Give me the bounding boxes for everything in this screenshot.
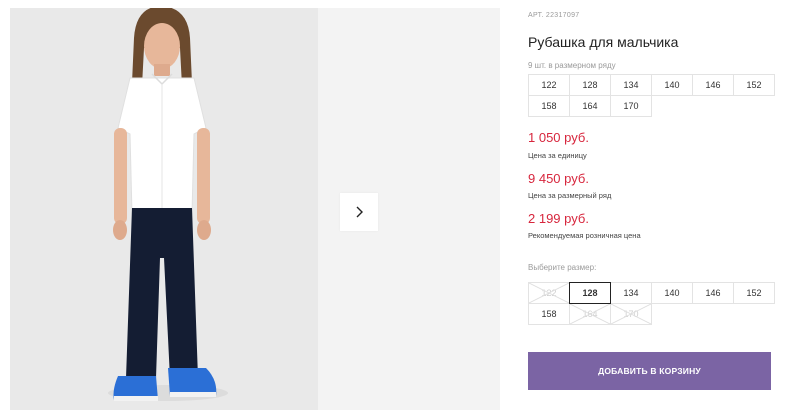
- size-option: 164: [569, 303, 611, 325]
- retail-price: 2 199 руб.: [528, 211, 589, 226]
- size-option[interactable]: 140: [651, 282, 693, 304]
- chevron-right-icon: [356, 206, 363, 218]
- pack-size-cell: 170: [610, 95, 652, 117]
- size-option: 122: [528, 282, 570, 304]
- size-option[interactable]: 128: [569, 282, 611, 304]
- pack-size-cell: 146: [692, 74, 734, 96]
- unavailable-cross-icon: [570, 304, 610, 324]
- pack-note: 9 шт. в размерном ряду: [528, 61, 616, 70]
- pack-size-cell: 164: [569, 95, 611, 117]
- unit-price: 1 050 руб.: [528, 130, 589, 145]
- size-option[interactable]: 152: [733, 282, 775, 304]
- pack-size-cell: 122: [528, 74, 570, 96]
- pack-size-cell: 128: [569, 74, 611, 96]
- retail-price-label: Рекомендуемая розничная цена: [528, 231, 641, 240]
- pack-size-cell: 158: [528, 95, 570, 117]
- product-sku: АРТ. 22317097: [528, 12, 580, 19]
- unit-price-label: Цена за единицу: [528, 151, 587, 160]
- unavailable-cross-icon: [611, 304, 651, 324]
- next-image-button[interactable]: [340, 193, 378, 231]
- product-title: Рубашка для мальчика: [528, 34, 679, 50]
- pack-size-grid: 122 128 134 140 146 152 158 164 170: [528, 74, 775, 117]
- product-gallery: [10, 8, 500, 410]
- size-option[interactable]: 134: [610, 282, 652, 304]
- add-to-cart-button[interactable]: ДОБАВИТЬ В КОРЗИНУ: [528, 352, 771, 390]
- product-photo[interactable]: [10, 8, 318, 410]
- pack-size-cell: 140: [651, 74, 693, 96]
- size-picker: 122 128 134 140 146 152 158 164 170: [528, 282, 775, 325]
- size-option: 170: [610, 303, 652, 325]
- size-option[interactable]: 158: [528, 303, 570, 325]
- size-option[interactable]: 146: [692, 282, 734, 304]
- pack-price-label: Цена за размерный ряд: [528, 191, 612, 200]
- boy-model-image: [10, 8, 318, 410]
- pack-price: 9 450 руб.: [528, 171, 589, 186]
- pack-size-cell: 134: [610, 74, 652, 96]
- unavailable-cross-icon: [529, 283, 569, 303]
- pack-size-cell: 152: [733, 74, 775, 96]
- size-picker-label: Выберите размер:: [528, 263, 597, 272]
